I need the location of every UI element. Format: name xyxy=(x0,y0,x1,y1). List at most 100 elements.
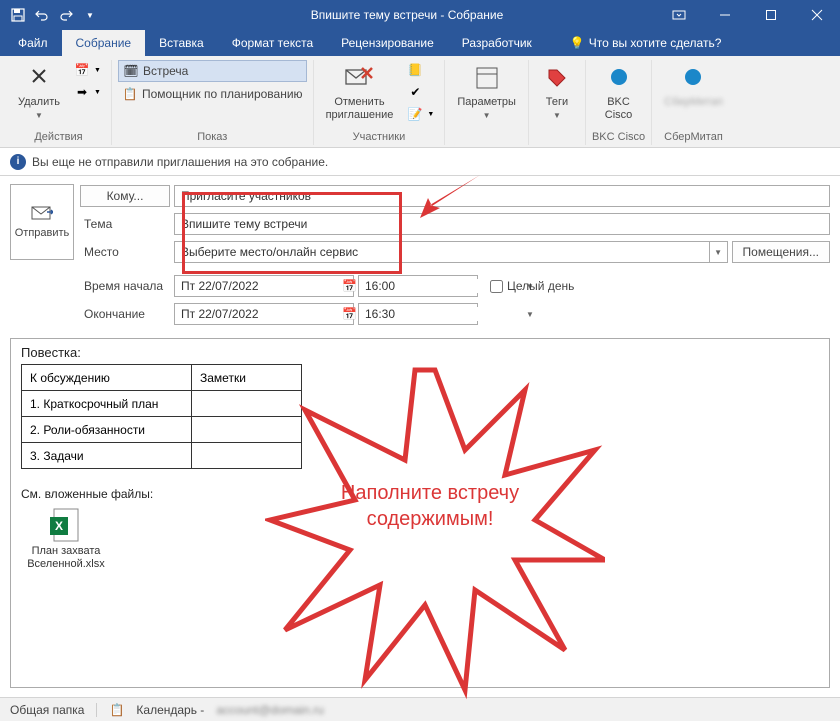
delete-icon xyxy=(23,62,55,94)
meeting-body-editor[interactable]: Повестка: К обсуждению Заметки 1. Кратко… xyxy=(10,338,830,688)
to-input[interactable] xyxy=(174,185,830,207)
location-dropdown-icon[interactable]: ▼ xyxy=(710,241,728,263)
attachment-filename: План захвата Вселенной.xlsx xyxy=(21,545,111,571)
agenda-col-notes[interactable]: Заметки xyxy=(192,365,302,391)
attachment-file[interactable]: X План захвата Вселенной.xlsx xyxy=(21,507,111,571)
tab-meeting[interactable]: Собрание xyxy=(62,30,146,56)
cancel-invitation-icon xyxy=(343,62,375,94)
bkc-cisco-button[interactable]: BKC Cisco xyxy=(597,60,641,124)
end-time-picker[interactable]: ▼ xyxy=(358,303,478,325)
send-button[interactable]: Отправить xyxy=(10,184,74,260)
agenda-col-topic[interactable]: К обсуждению xyxy=(22,365,192,391)
tab-developer[interactable]: Разработчик xyxy=(448,30,546,56)
status-calendar-icon: 📋 xyxy=(109,703,124,717)
titlebar: ▼ Впишите тему встречи - Собрание xyxy=(0,0,840,30)
tab-tell-me[interactable]: 💡 Что вы хотите сделать? xyxy=(556,30,736,56)
group-label-participants: Участники xyxy=(353,129,406,145)
maximize-button[interactable] xyxy=(748,0,794,30)
qat-dropdown-icon[interactable]: ▼ xyxy=(82,7,98,23)
scheduling-button[interactable]: 📋Помощник по планированию xyxy=(118,84,307,104)
ribbon-group-participants: Отменить приглашение 📒 ✔ 📝▼ Участники xyxy=(314,60,446,145)
chevron-down-icon[interactable]: ▼ xyxy=(526,310,534,319)
undo-icon[interactable] xyxy=(34,7,50,23)
ribbon-group-actions: Удалить ▼ 📅▼ ➡▼ Действия xyxy=(6,60,112,145)
start-time-picker[interactable]: ▼ xyxy=(358,275,478,297)
start-date-picker[interactable]: 📅 ▼ xyxy=(174,275,354,297)
tab-review[interactable]: Рецензирование xyxy=(327,30,448,56)
tab-file[interactable]: Файл xyxy=(4,30,62,56)
group-label-show: Показ xyxy=(197,129,227,145)
calendar-small-button[interactable]: 📅▼ xyxy=(70,60,105,80)
ribbon-group-sber: СберМитап СберМитап xyxy=(652,60,735,145)
calendar-icon[interactable]: 📅 xyxy=(342,279,357,293)
status-calendar-label: Календарь - xyxy=(136,703,204,717)
attachments-heading: См. вложенные файлы: xyxy=(21,487,819,501)
calendar-icon[interactable]: 📅 xyxy=(342,307,357,321)
options-button[interactable]: Параметры ▼ xyxy=(451,60,522,122)
tab-format[interactable]: Формат текста xyxy=(218,30,327,56)
bkc-icon xyxy=(603,62,635,94)
chevron-down-icon: ▼ xyxy=(94,67,101,74)
forward-small-button[interactable]: ➡▼ xyxy=(70,82,105,102)
ribbon-group-options: Параметры ▼ xyxy=(445,60,529,145)
tab-insert[interactable]: Вставка xyxy=(145,30,218,56)
agenda-table: К обсуждению Заметки 1. Краткосрочный пл… xyxy=(21,364,302,469)
chevron-down-icon: ▼ xyxy=(483,111,491,120)
sbermeetup-button[interactable]: СберМитап xyxy=(658,60,729,111)
tags-label: Теги xyxy=(546,96,568,109)
delete-button[interactable]: Удалить ▼ xyxy=(12,60,66,122)
allday-checkbox[interactable] xyxy=(490,280,503,293)
location-input[interactable] xyxy=(174,241,710,263)
window-buttons xyxy=(656,0,840,30)
calendar-icon: 📅 xyxy=(74,62,90,78)
send-icon xyxy=(31,206,53,223)
status-bar: Общая папка 📋 Календарь - account@domain… xyxy=(0,697,840,721)
cancel-invitation-button[interactable]: Отменить приглашение xyxy=(320,60,400,124)
subject-label: Тема xyxy=(80,213,170,235)
minimize-button[interactable] xyxy=(702,0,748,30)
ribbon-options-button[interactable] xyxy=(656,0,702,30)
group-label-actions: Действия xyxy=(34,129,82,145)
window-title: Впишите тему встречи - Собрание xyxy=(98,8,656,22)
tags-button[interactable]: Теги ▼ xyxy=(535,60,579,122)
redo-icon[interactable] xyxy=(58,7,74,23)
appointment-label: Встреча xyxy=(143,64,188,78)
ribbon-group-bkc: BKC Cisco BKC Cisco xyxy=(586,60,652,145)
appointment-button[interactable]: 🗓 Встреча xyxy=(118,60,307,82)
to-button[interactable]: Кому... xyxy=(80,185,170,207)
sber-label: СберМитап xyxy=(664,96,723,109)
group-label-options-empty xyxy=(485,129,488,145)
group-label-sber: СберМитап xyxy=(664,129,723,145)
rooms-button[interactable]: Помещения... xyxy=(732,241,830,263)
status-account-blurred: account@domain.ru xyxy=(216,703,324,717)
chevron-down-icon: ▼ xyxy=(35,111,43,120)
options-icon xyxy=(471,62,503,94)
agenda-heading: Повестка: xyxy=(21,345,819,360)
start-date-input[interactable] xyxy=(175,279,342,293)
end-label: Окончание xyxy=(80,303,170,325)
forward-icon: ➡ xyxy=(74,84,90,100)
response-options-button[interactable]: 📝▼ xyxy=(403,104,438,124)
end-time-input[interactable] xyxy=(359,307,526,321)
save-icon[interactable] xyxy=(10,7,26,23)
send-label: Отправить xyxy=(15,227,70,239)
ribbon: Удалить ▼ 📅▼ ➡▼ Действия 🗓Встреча 📋Помощ… xyxy=(0,56,840,148)
ribbon-tabs: Файл Собрание Вставка Формат текста Реце… xyxy=(0,30,840,56)
check-names-button[interactable]: ✔ xyxy=(403,82,438,102)
close-button[interactable] xyxy=(794,0,840,30)
end-date-input[interactable] xyxy=(175,307,342,321)
status-folder: Общая папка xyxy=(10,703,84,717)
subject-input[interactable] xyxy=(174,213,830,235)
address-book-button[interactable]: 📒 xyxy=(403,60,438,80)
tell-me-label: Что вы хотите сделать? xyxy=(589,36,722,50)
svg-text:X: X xyxy=(55,519,63,533)
appointment-icon: 🗓 xyxy=(123,63,139,79)
bulb-icon: 💡 xyxy=(570,36,585,50)
cancel-invitation-label: Отменить приглашение xyxy=(326,96,394,122)
sber-icon xyxy=(677,62,709,94)
options-label: Параметры xyxy=(457,96,516,109)
excel-file-icon: X xyxy=(48,507,84,543)
response-icon: 📝 xyxy=(407,106,423,122)
group-label-bkc: BKC Cisco xyxy=(592,129,645,145)
end-date-picker[interactable]: 📅 ▼ xyxy=(174,303,354,325)
